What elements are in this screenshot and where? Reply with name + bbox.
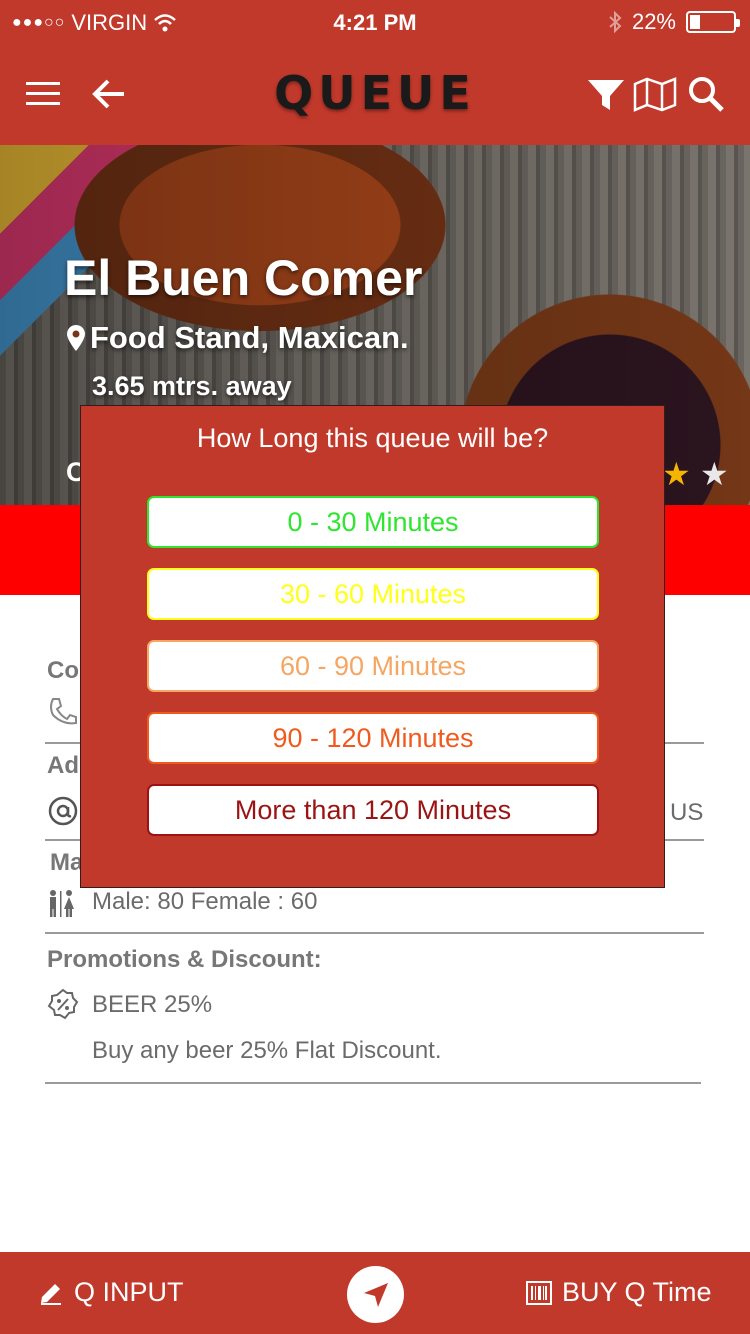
option-90-120-minutes[interactable]: 90 - 120 Minutes (147, 712, 599, 764)
app-screen: ●●●○○ VIRGIN 4:21 PM 22% QUEUE El Buen C… (0, 0, 750, 1334)
q-input-label: Q INPUT (74, 1277, 184, 1307)
q-input-button[interactable]: Q INPUT (38, 1277, 184, 1308)
battery-percent: 22% (631, 9, 676, 34)
male-female-icon (50, 890, 74, 917)
promotions-title: Promotions & Discount: (47, 946, 322, 973)
navigate-button[interactable] (347, 1266, 404, 1323)
at-sign-icon (48, 796, 78, 826)
buy-q-time-button[interactable]: BUY Q Time (526, 1277, 712, 1308)
location-pin-icon (67, 325, 85, 351)
discount-icon (47, 988, 79, 1020)
status-bar: ●●●○○ VIRGIN 4:21 PM 22% (0, 0, 750, 44)
dialog-title: How Long this queue will be? (196, 423, 549, 453)
barcode-icon (526, 1280, 552, 1305)
promo-name: BEER 25% (92, 991, 213, 1018)
buy-q-time-label: BUY Q Time (562, 1277, 712, 1307)
queue-length-dialog: How Long this queue will be? 0 - 30 Minu… (80, 405, 665, 888)
filter-icon[interactable] (586, 74, 626, 114)
status-right: 22% (608, 9, 740, 35)
battery-icon (686, 11, 740, 33)
option-0-30-minutes[interactable]: 0 - 30 Minutes (147, 496, 599, 548)
capacity-title: Ma (50, 849, 84, 876)
venue-name: El Buen Comer (64, 250, 423, 306)
venue-type: Food Stand, Maxican. (66, 320, 409, 356)
capacity-text: Male: 80 Female : 60 (92, 888, 318, 915)
promo-description: Buy any beer 25% Flat Discount. (92, 1037, 442, 1064)
divider (45, 932, 704, 934)
option-more-than-120-minutes[interactable]: More than 120 Minutes (147, 784, 599, 836)
option-60-90-minutes[interactable]: 60 - 90 Minutes (147, 640, 599, 692)
star-icon-empty: ★ (700, 456, 729, 492)
search-icon[interactable] (686, 74, 726, 114)
navigation-arrow-icon (363, 1282, 388, 1307)
divider (45, 1082, 701, 1084)
bottom-bar: Q INPUT BUY Q Time (0, 1252, 750, 1334)
venue-type-label: Food Stand, Maxican. (90, 320, 409, 355)
option-30-60-minutes[interactable]: 30 - 60 Minutes (147, 568, 599, 620)
address-text-suffix: US (670, 799, 704, 826)
app-header: QUEUE (0, 44, 750, 145)
venue-distance: 3.65 mtrs. away (92, 371, 292, 401)
contact-title: Co (47, 657, 79, 684)
star-icon-filled: ★ (662, 456, 691, 492)
map-icon[interactable] (632, 74, 678, 114)
phone-icon (50, 698, 77, 725)
address-title: Ad (47, 752, 79, 779)
bluetooth-icon (609, 10, 622, 34)
pencil-icon (41, 1283, 61, 1305)
